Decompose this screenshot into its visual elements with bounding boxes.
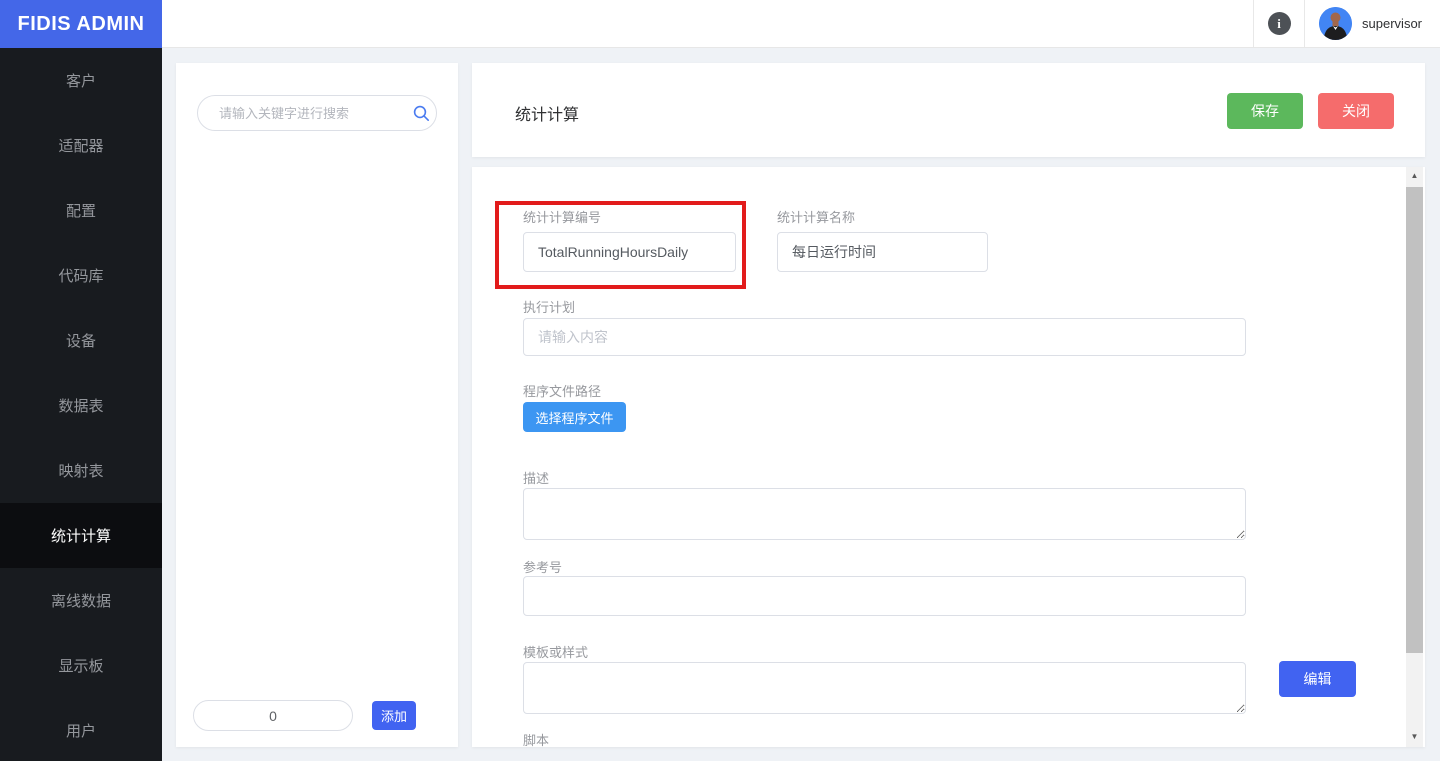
sidebar-item-statistics-calc[interactable]: 统计计算 (0, 503, 162, 568)
user-menu[interactable]: supervisor (1305, 0, 1440, 47)
sidebar-item-config[interactable]: 配置 (0, 178, 162, 243)
search-box (197, 95, 437, 131)
reference-input[interactable] (523, 576, 1246, 616)
template-textarea[interactable] (523, 662, 1246, 714)
code-input[interactable] (523, 232, 736, 272)
code-field-label: 统计计算编号 (523, 207, 601, 226)
search-icon[interactable] (406, 105, 436, 122)
form-body-card: 统计计算编号 统计计算名称 执行计划 程序文件路径 选择程序文件 描述 参考号 … (472, 167, 1425, 747)
sidebar-item-adapters[interactable]: 适配器 (0, 113, 162, 178)
topbar-right: i supervisor (1253, 0, 1440, 47)
schedule-input[interactable] (523, 318, 1246, 356)
name-input[interactable] (777, 232, 988, 272)
sidebar-nav: 客户 适配器 配置 代码库 设备 数据表 映射表 统计计算 离线数据 显示板 用… (0, 48, 162, 761)
sidebar-item-customers[interactable]: 客户 (0, 48, 162, 113)
reference-field-label: 参考号 (523, 557, 562, 576)
save-button[interactable]: 保存 (1227, 93, 1303, 129)
template-field-label: 模板或样式 (523, 642, 588, 661)
count-input[interactable] (193, 700, 353, 731)
top-bar: FIDIS ADMIN i supervisor (0, 0, 1440, 48)
scrollbar-thumb[interactable] (1406, 187, 1423, 653)
username-label: supervisor (1362, 16, 1422, 31)
form-header-card: 统计计算 保存 关闭 (472, 63, 1425, 157)
page-title: 统计计算 (515, 101, 579, 125)
description-field-label: 描述 (523, 468, 549, 487)
sidebar-item-offline-data[interactable]: 离线数据 (0, 568, 162, 633)
sidebar-item-mapping-tables[interactable]: 映射表 (0, 438, 162, 503)
info-button[interactable]: i (1254, 0, 1304, 47)
script-field-label: 脚本 (523, 730, 549, 747)
sidebar-item-display-board[interactable]: 显示板 (0, 633, 162, 698)
edit-template-button[interactable]: 编辑 (1279, 661, 1356, 697)
add-button[interactable]: 添加 (372, 701, 416, 730)
scrollbar[interactable]: ▲ ▼ (1406, 167, 1423, 747)
program-path-field-label: 程序文件路径 (523, 381, 601, 400)
close-button[interactable]: 关闭 (1318, 93, 1394, 129)
search-list-panel: 添加 (176, 63, 458, 747)
app-logo: FIDIS ADMIN (0, 0, 162, 48)
sidebar-item-code-library[interactable]: 代码库 (0, 243, 162, 308)
app-window: FIDIS ADMIN i supervisor (0, 0, 1440, 761)
sidebar-item-data-tables[interactable]: 数据表 (0, 373, 162, 438)
description-textarea[interactable] (523, 488, 1246, 540)
header-actions: 保存 关闭 (1227, 93, 1394, 129)
info-icon: i (1268, 12, 1291, 35)
schedule-field-label: 执行计划 (523, 297, 575, 316)
scroll-up-arrow[interactable]: ▲ (1406, 167, 1423, 184)
choose-program-file-button[interactable]: 选择程序文件 (523, 402, 626, 432)
sidebar-item-users[interactable]: 用户 (0, 698, 162, 761)
sidebar-item-devices[interactable]: 设备 (0, 308, 162, 373)
name-field-label: 统计计算名称 (777, 207, 855, 226)
scroll-down-arrow[interactable]: ▼ (1406, 728, 1423, 745)
avatar (1319, 7, 1352, 40)
search-input[interactable] (198, 106, 406, 121)
list-footer: 添加 (176, 698, 458, 730)
